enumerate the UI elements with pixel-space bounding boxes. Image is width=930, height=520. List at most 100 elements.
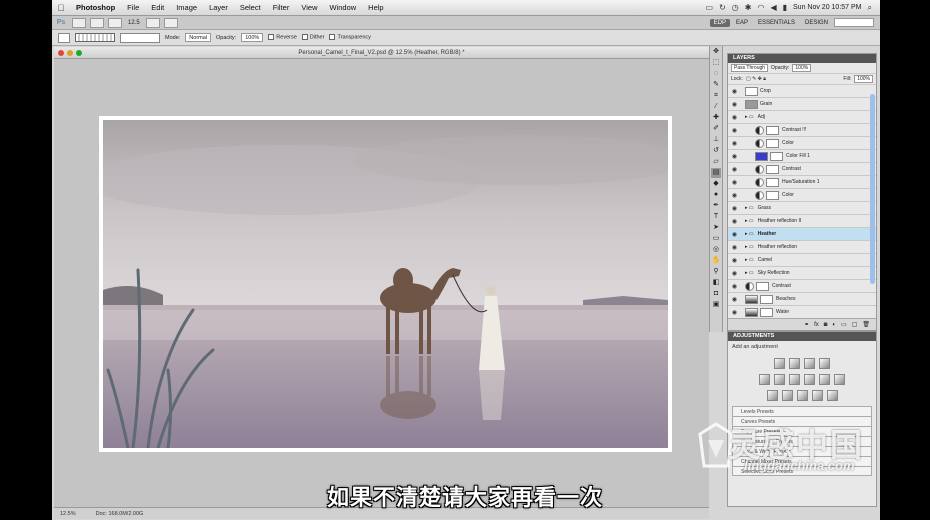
crop-tool-icon[interactable]: ⌗ <box>711 91 721 101</box>
visibility-eye-icon[interactable]: ◉ <box>730 218 739 225</box>
lasso-tool-icon[interactable]: ◌ <box>711 69 721 79</box>
guides-button[interactable] <box>108 17 122 28</box>
visibility-eye-icon[interactable]: ◉ <box>730 296 739 303</box>
new-layer-icon[interactable]: ▢ <box>852 321 858 328</box>
color-balance-icon[interactable] <box>789 374 800 385</box>
layer-thumbnail[interactable] <box>755 151 768 161</box>
layer-thumbnail[interactable] <box>755 190 764 200</box>
visibility-eye-icon[interactable]: ◉ <box>730 257 739 264</box>
gradient-tool-icon[interactable]: ▤ <box>711 168 721 178</box>
sync-icon[interactable]: ↻ <box>719 3 726 12</box>
layer-style-icon[interactable]: fx <box>814 322 819 328</box>
screen-mode-icon[interactable]: ▣ <box>711 300 721 310</box>
quick-mask-icon[interactable]: ◘ <box>711 289 721 299</box>
layer-thumbnail[interactable] <box>745 294 758 304</box>
visibility-eye-icon[interactable]: ◉ <box>730 153 739 160</box>
brightness-contrast-icon[interactable] <box>774 358 785 369</box>
visibility-eye-icon[interactable]: ◉ <box>730 205 739 212</box>
adjustment-preset-item[interactable]: Levels Presets <box>732 406 872 416</box>
layer-opacity-field[interactable]: 100% <box>792 64 812 72</box>
visibility-eye-icon[interactable]: ◉ <box>730 114 739 121</box>
workspace-design[interactable]: DESIGN <box>801 19 832 27</box>
vibrance-icon[interactable] <box>759 374 770 385</box>
quick-select-tool-icon[interactable]: ✎ <box>711 80 721 90</box>
close-window-button[interactable] <box>58 50 64 56</box>
visibility-eye-icon[interactable]: ◉ <box>730 101 739 108</box>
zoom-window-button[interactable] <box>76 50 82 56</box>
layer-mask-thumbnail[interactable] <box>770 151 783 161</box>
3d-tool-icon[interactable]: ◎ <box>711 245 721 255</box>
layers-scrollbar[interactable] <box>870 94 875 284</box>
add-mask-icon[interactable]: ◙ <box>824 322 828 328</box>
dodge-tool-icon[interactable]: ● <box>711 190 721 200</box>
fill-field[interactable]: 100% <box>854 75 873 83</box>
posterize-icon[interactable] <box>781 390 793 401</box>
menu-edit[interactable]: Edit <box>145 3 170 12</box>
group-folder-icon[interactable]: ▸ ▭ <box>745 257 754 263</box>
gradient-map-icon[interactable] <box>811 390 823 401</box>
workspace-eap[interactable]: EAP <box>732 19 752 27</box>
black-white-icon[interactable] <box>804 374 815 385</box>
screen-mode-button[interactable] <box>163 17 178 28</box>
new-group-icon[interactable]: ▭ <box>841 321 847 328</box>
minimize-window-button[interactable] <box>67 50 73 56</box>
history-brush-icon[interactable]: ↺ <box>711 146 721 156</box>
shape-tool-icon[interactable]: ▭ <box>711 234 721 244</box>
layer-thumbnail[interactable] <box>755 138 764 148</box>
layer-thumbnail[interactable] <box>745 99 758 109</box>
workspace-edp[interactable]: EDP <box>709 18 730 27</box>
layers-tab[interactable]: LAYERS <box>728 54 876 63</box>
eraser-tool-icon[interactable]: ▱ <box>711 157 721 167</box>
layer-mask-thumbnail[interactable] <box>766 138 779 148</box>
visibility-eye-icon[interactable]: ◉ <box>730 179 739 186</box>
visibility-eye-icon[interactable]: ◉ <box>730 244 739 251</box>
menu-view[interactable]: View <box>295 3 323 12</box>
menu-clock[interactable]: Sun Nov 20 10:57 PM <box>793 4 862 11</box>
hue-saturation-icon[interactable] <box>774 374 785 385</box>
zoom-level-select[interactable]: 12.5 <box>128 20 140 26</box>
invert-icon[interactable] <box>766 390 778 401</box>
layer-row[interactable]: ◉ Color <box>728 137 876 150</box>
layer-row[interactable]: ◉ Beaches <box>728 293 876 306</box>
layer-row[interactable]: ◉ ▸ ▭ Heather reflection <box>728 241 876 254</box>
menu-filter[interactable]: Filter <box>267 3 296 12</box>
dither-checkbox[interactable]: Dither <box>301 34 324 41</box>
menu-app-name[interactable]: Photoshop <box>70 3 121 12</box>
layer-row[interactable]: ◉ ▸ ▭ Grass <box>728 202 876 215</box>
layer-thumbnail[interactable] <box>755 177 764 187</box>
reverse-checkbox[interactable]: Reverse <box>268 34 297 41</box>
bluetooth-icon[interactable]: ✱ <box>745 3 752 12</box>
visibility-eye-icon[interactable]: ◉ <box>730 140 739 147</box>
layer-row[interactable]: ◉ Contrast <box>728 280 876 293</box>
mini-bridge-button[interactable] <box>90 17 104 28</box>
link-layers-icon[interactable]: ⚭ <box>804 321 809 328</box>
visibility-eye-icon[interactable]: ◉ <box>730 283 739 290</box>
layer-row[interactable]: ◉ Contrast <box>728 163 876 176</box>
menu-image[interactable]: Image <box>170 3 203 12</box>
workspace-essentials[interactable]: ESSENTIALS <box>754 19 799 27</box>
visibility-eye-icon[interactable]: ◉ <box>730 166 739 173</box>
lock-icon[interactable]: ▢ ✎ ✥ 🔒︎ <box>746 76 766 82</box>
layer-row[interactable]: ◉ Hue/Saturation 1 <box>728 176 876 189</box>
visibility-eye-icon[interactable]: ◉ <box>730 270 739 277</box>
photo-filter-icon[interactable] <box>819 374 830 385</box>
volume-icon[interactable]: ◀ <box>770 3 776 12</box>
mode-select[interactable]: Normal <box>185 33 212 42</box>
canvas-area[interactable] <box>54 59 709 507</box>
group-folder-icon[interactable]: ▸ ▭ <box>745 218 754 224</box>
delete-layer-icon[interactable]: 🗑︎ <box>862 321 870 328</box>
battery-icon[interactable]: ▮ <box>783 3 787 12</box>
visibility-eye-icon[interactable]: ◉ <box>730 127 739 134</box>
search-field[interactable] <box>834 18 874 27</box>
stamp-tool-icon[interactable]: ⊥ <box>711 135 721 145</box>
layer-thumbnail[interactable] <box>755 125 764 135</box>
levels-icon[interactable] <box>789 358 800 369</box>
spotlight-icon[interactable]: ⌕ <box>868 3 872 13</box>
menu-window[interactable]: Window <box>323 3 362 12</box>
visibility-eye-icon[interactable]: ◉ <box>730 192 739 199</box>
menu-help[interactable]: Help <box>362 3 389 12</box>
channel-mixer-icon[interactable] <box>834 374 845 385</box>
bridge-button[interactable] <box>72 17 86 28</box>
group-folder-icon[interactable]: ▸ ▭ <box>745 231 754 237</box>
move-tool-icon[interactable]: ✥ <box>711 47 721 57</box>
